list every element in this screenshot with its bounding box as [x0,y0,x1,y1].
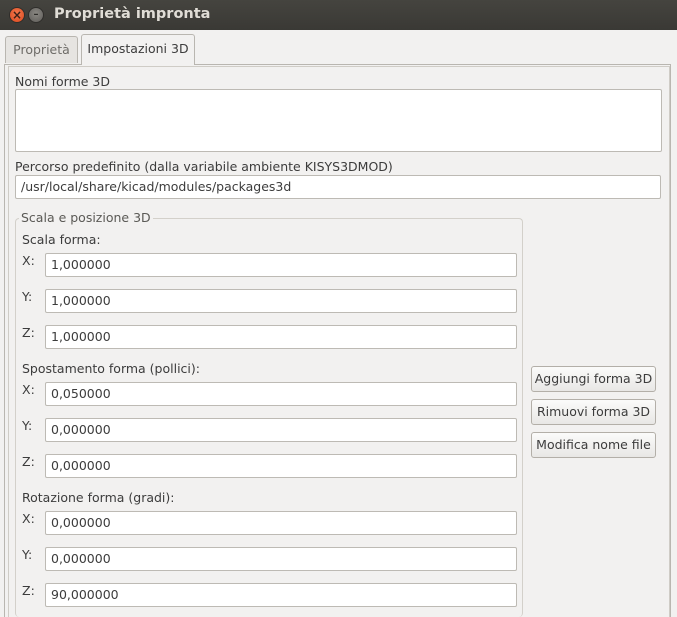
rotation-z-label: Z: [22,583,35,598]
scale-label: Scala forma: [22,232,101,247]
offset-x-label: X: [22,382,35,397]
rename-file-button[interactable]: Modifica nome file [531,432,656,458]
close-window-button[interactable]: × [9,7,25,23]
close-icon: × [11,8,23,22]
tab-properties[interactable]: Proprietà [5,36,78,63]
shapes-list[interactable] [15,89,662,152]
add-3d-shape-button[interactable]: Aggiungi forma 3D [531,366,656,392]
rotation-x-label: X: [22,511,35,526]
shapes-label: Nomi forme 3D [15,74,111,89]
rotation-y-label: Y: [22,547,33,562]
scale-x-field[interactable]: 1,000000 [45,253,517,277]
default-path-label: Percorso predefinito (dalla variabile am… [15,159,393,174]
offset-label: Spostamento forma (pollici): [22,361,200,376]
minimize-window-button[interactable]: – [28,7,44,23]
title-bar: × – Proprietà impronta [0,0,677,30]
default-path-field[interactable]: /usr/local/share/kicad/modules/packages3… [15,175,661,199]
offset-z-field[interactable]: 0,000000 [45,454,517,478]
scale-z-field[interactable]: 1,000000 [45,325,517,349]
scale-x-label: X: [22,253,35,268]
offset-z-label: Z: [22,454,35,469]
tab-3d-settings[interactable]: Impostazioni 3D [81,34,195,65]
offset-y-field[interactable]: 0,000000 [45,418,517,442]
window-title: Proprietà impronta [54,6,211,22]
offset-x-field[interactable]: 0,050000 [45,382,517,406]
rotation-y-field[interactable]: 0,000000 [45,547,517,571]
rotation-x-field[interactable]: 0,000000 [45,511,517,535]
minimize-icon: – [33,9,39,20]
rotation-label: Rotazione forma (gradi): [22,490,175,505]
scale-y-field[interactable]: 1,000000 [45,289,517,313]
rotation-z-field[interactable]: 90,000000 [45,583,517,607]
scale-position-group-title: Scala e posizione 3D [19,210,153,225]
remove-3d-shape-button[interactable]: Rimuovi forma 3D [531,399,656,425]
scale-y-label: Y: [22,289,33,304]
scale-z-label: Z: [22,325,35,340]
offset-y-label: Y: [22,418,33,433]
